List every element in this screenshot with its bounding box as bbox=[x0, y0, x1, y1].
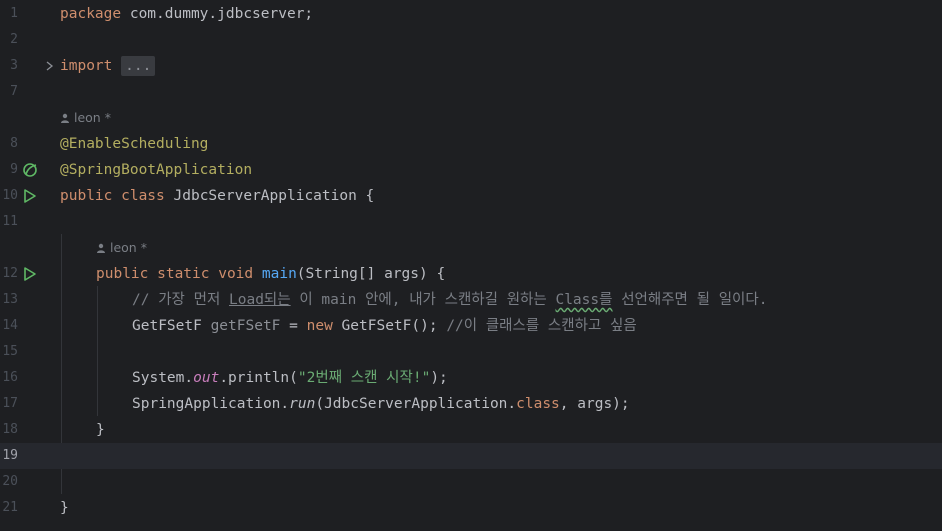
line-number: 18 bbox=[2, 422, 18, 437]
code-line[interactable]: 20 bbox=[0, 469, 942, 495]
code-token: getFSetF bbox=[210, 318, 281, 334]
line-number: 21 bbox=[2, 500, 18, 515]
line-number: 19 bbox=[2, 448, 18, 463]
author-name: leon * bbox=[110, 240, 147, 255]
code-token: ); bbox=[430, 370, 448, 386]
code-line[interactable]: 13 // 가장 먼저 Load되는 이 main 안에, 내가 스캔하길 원하는… bbox=[0, 287, 942, 313]
code-line[interactable]: 16 System.out.println("2번째 스캔 시작!"); bbox=[0, 365, 942, 391]
code-token: public class bbox=[60, 188, 174, 204]
code-line[interactable]: 2 bbox=[0, 27, 942, 53]
code-line[interactable]: 9 @SpringBootApplication bbox=[0, 157, 942, 183]
code-line[interactable]: 12 public static void main(String[] args)… bbox=[0, 261, 942, 287]
code-text: } bbox=[96, 417, 105, 443]
code-text: GetFSetF getFSetF = new GetFSetF(); //이 … bbox=[132, 313, 637, 339]
code-token: package bbox=[60, 6, 122, 22]
code-token: System. bbox=[132, 370, 194, 386]
code-token: run bbox=[289, 396, 316, 412]
code-line[interactable]: 3 import ... bbox=[0, 53, 942, 79]
code-token: class bbox=[516, 396, 560, 412]
line-number: 20 bbox=[2, 474, 18, 489]
code-token: @SpringBootApplication bbox=[60, 162, 253, 178]
code-text: // 가장 먼저 Load되는 이 main 안에, 내가 스캔하길 원하는 C… bbox=[132, 287, 767, 313]
code-token[interactable]: ... bbox=[121, 56, 156, 76]
code-line[interactable]: 15 bbox=[0, 339, 942, 365]
code-token: (String[] args) { bbox=[296, 266, 446, 282]
code-token: 이 main 안에, 내가 스캔하길 원하는 bbox=[290, 292, 556, 308]
line-number: 2 bbox=[10, 32, 18, 47]
line-number: 1 bbox=[10, 6, 18, 21]
code-line[interactable]: 17 SpringApplication.run(JdbcServerApplic… bbox=[0, 391, 942, 417]
code-token: } bbox=[60, 500, 69, 516]
code-token: Load되는 bbox=[229, 292, 291, 308]
code-text: SpringApplication.run(JdbcServerApplicat… bbox=[132, 391, 630, 417]
code-text: package com.dummy.jdbcserver; bbox=[60, 1, 313, 27]
run-icon[interactable] bbox=[22, 188, 38, 204]
code-token: , args); bbox=[559, 396, 630, 412]
code-token: new bbox=[306, 318, 342, 334]
author-hint[interactable]: leon * bbox=[60, 105, 111, 131]
code-token: com.dummy.jdbcserver; bbox=[121, 6, 314, 22]
code-line[interactable]: 8 @EnableScheduling bbox=[0, 131, 942, 157]
line-number: 16 bbox=[2, 370, 18, 385]
line-number: 15 bbox=[2, 344, 18, 359]
code-text: public static void main(String[] args) { bbox=[96, 261, 445, 287]
code-token: // 가장 먼저 bbox=[132, 292, 230, 308]
code-line[interactable]: 18} bbox=[0, 417, 942, 443]
inlay-author-hint: leon * bbox=[0, 235, 942, 261]
code-token: JdbcServerApplication { bbox=[173, 188, 375, 204]
code-token: main bbox=[261, 266, 297, 282]
line-number: 14 bbox=[2, 318, 18, 333]
code-token: (JdbcServerApplication. bbox=[315, 396, 517, 412]
line-number: 12 bbox=[2, 266, 18, 281]
code-text: System.out.println("2번째 스캔 시작!"); bbox=[132, 365, 448, 391]
code-text: public class JdbcServerApplication { bbox=[60, 183, 374, 209]
code-line[interactable]: 1 package com.dummy.jdbcserver; bbox=[0, 1, 942, 27]
code-text: import ... bbox=[60, 53, 156, 79]
bean-icon[interactable] bbox=[22, 162, 38, 178]
chevron-right-icon[interactable] bbox=[44, 59, 56, 73]
code-line[interactable]: 7 bbox=[0, 79, 942, 105]
line-number: 3 bbox=[10, 58, 18, 73]
code-token: 선언해주면 될 일이다. bbox=[612, 292, 768, 308]
line-number: 10 bbox=[2, 188, 18, 203]
code-line[interactable]: 11 bbox=[0, 209, 942, 235]
code-text: @SpringBootApplication bbox=[60, 157, 252, 183]
line-number: 11 bbox=[2, 214, 18, 229]
code-token: "2번째 스캔 시작!" bbox=[297, 370, 431, 386]
code-token: public static void bbox=[96, 266, 262, 282]
code-text: @EnableScheduling bbox=[60, 131, 208, 157]
line-number: 13 bbox=[2, 292, 18, 307]
code-token: SpringApplication. bbox=[132, 396, 290, 412]
person-icon bbox=[61, 113, 69, 123]
code-line[interactable]: 10 public class JdbcServerApplication { bbox=[0, 183, 942, 209]
code-token: GetFSetF bbox=[132, 318, 211, 334]
code-line[interactable]: 21} bbox=[0, 495, 942, 521]
code-token: Class를 bbox=[555, 292, 613, 308]
line-number: 7 bbox=[10, 84, 18, 99]
code-token: import bbox=[60, 58, 113, 74]
person-icon bbox=[97, 243, 105, 253]
author-name: leon * bbox=[74, 110, 111, 125]
code-line[interactable]: 14 GetFSetF getFSetF = new GetFSetF(); //… bbox=[0, 313, 942, 339]
code-token: = bbox=[280, 318, 307, 334]
inlay-author-hint: leon * bbox=[0, 105, 942, 131]
code-token: .println( bbox=[219, 370, 298, 386]
line-number: 17 bbox=[2, 396, 18, 411]
code-token: @EnableScheduling bbox=[60, 136, 209, 152]
code-editor[interactable]: 1 package com.dummy.jdbcserver; 2 3 import .… bbox=[0, 0, 942, 531]
code-token: GetFSetF(); bbox=[341, 318, 447, 334]
run-icon[interactable] bbox=[22, 266, 38, 282]
code-token: } bbox=[96, 422, 105, 438]
code-line[interactable]: 19 bbox=[0, 443, 942, 469]
line-number: 8 bbox=[10, 136, 18, 151]
code-token: //이 클래스를 스캔하고 싶음 bbox=[446, 318, 637, 334]
code-text: } bbox=[60, 495, 69, 521]
line-number: 9 bbox=[10, 162, 18, 177]
author-hint[interactable]: leon * bbox=[96, 235, 147, 261]
code-token: out bbox=[193, 370, 220, 386]
